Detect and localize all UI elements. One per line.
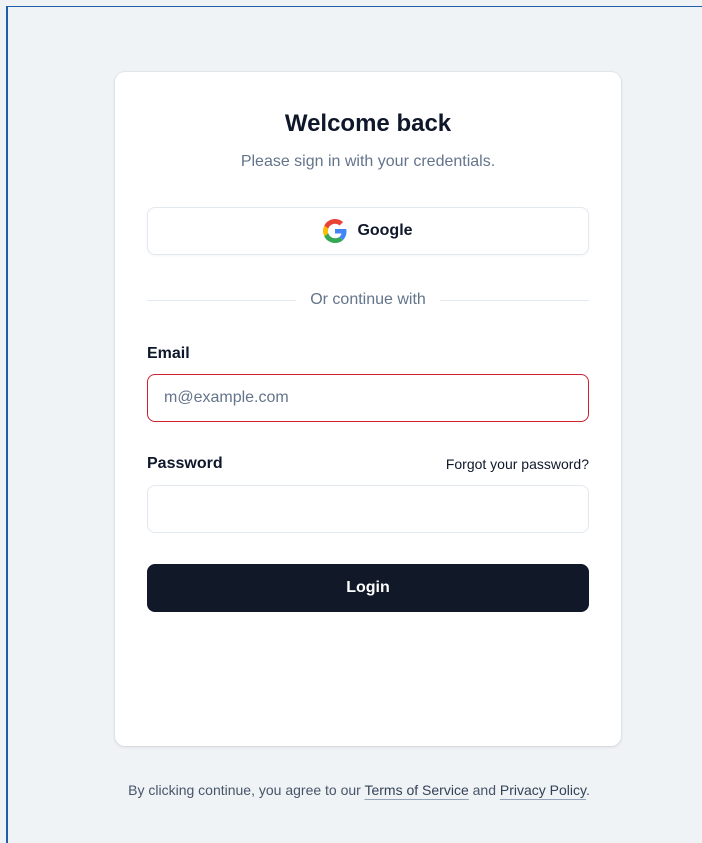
privacy-policy-link[interactable]: Privacy Policy: [500, 782, 586, 798]
window-frame-left: [6, 6, 8, 843]
login-card: Welcome back Please sign in with your cr…: [115, 72, 621, 746]
password-label: Password: [147, 455, 223, 472]
or-divider: Or continue with: [147, 290, 590, 310]
page-subtitle: Please sign in with your credentials.: [240, 153, 496, 170]
forgot-password-link[interactable]: Forgot your password?: [446, 456, 589, 472]
footer-and: and: [472, 782, 496, 798]
page-title: Welcome back: [284, 110, 452, 137]
window-frame-top: [6, 6, 702, 7]
footer-prefix: By clicking continue, you agree to our: [128, 782, 361, 798]
google-icon: [323, 219, 347, 243]
terms-footer: By clicking continue, you agree to our T…: [0, 782, 702, 798]
terms-of-service-link[interactable]: Terms of Service: [364, 782, 468, 798]
divider-line-right: [439, 299, 590, 301]
google-signin-button[interactable]: Google: [147, 207, 589, 255]
email-label: Email: [147, 345, 190, 362]
divider-text: Or continue with: [310, 291, 426, 308]
divider-line-left: [147, 299, 297, 301]
login-button[interactable]: Login: [147, 564, 589, 612]
password-field[interactable]: [147, 485, 589, 533]
footer-suffix: .: [585, 782, 590, 798]
google-button-label: Google: [357, 222, 413, 239]
email-field[interactable]: [147, 374, 589, 422]
